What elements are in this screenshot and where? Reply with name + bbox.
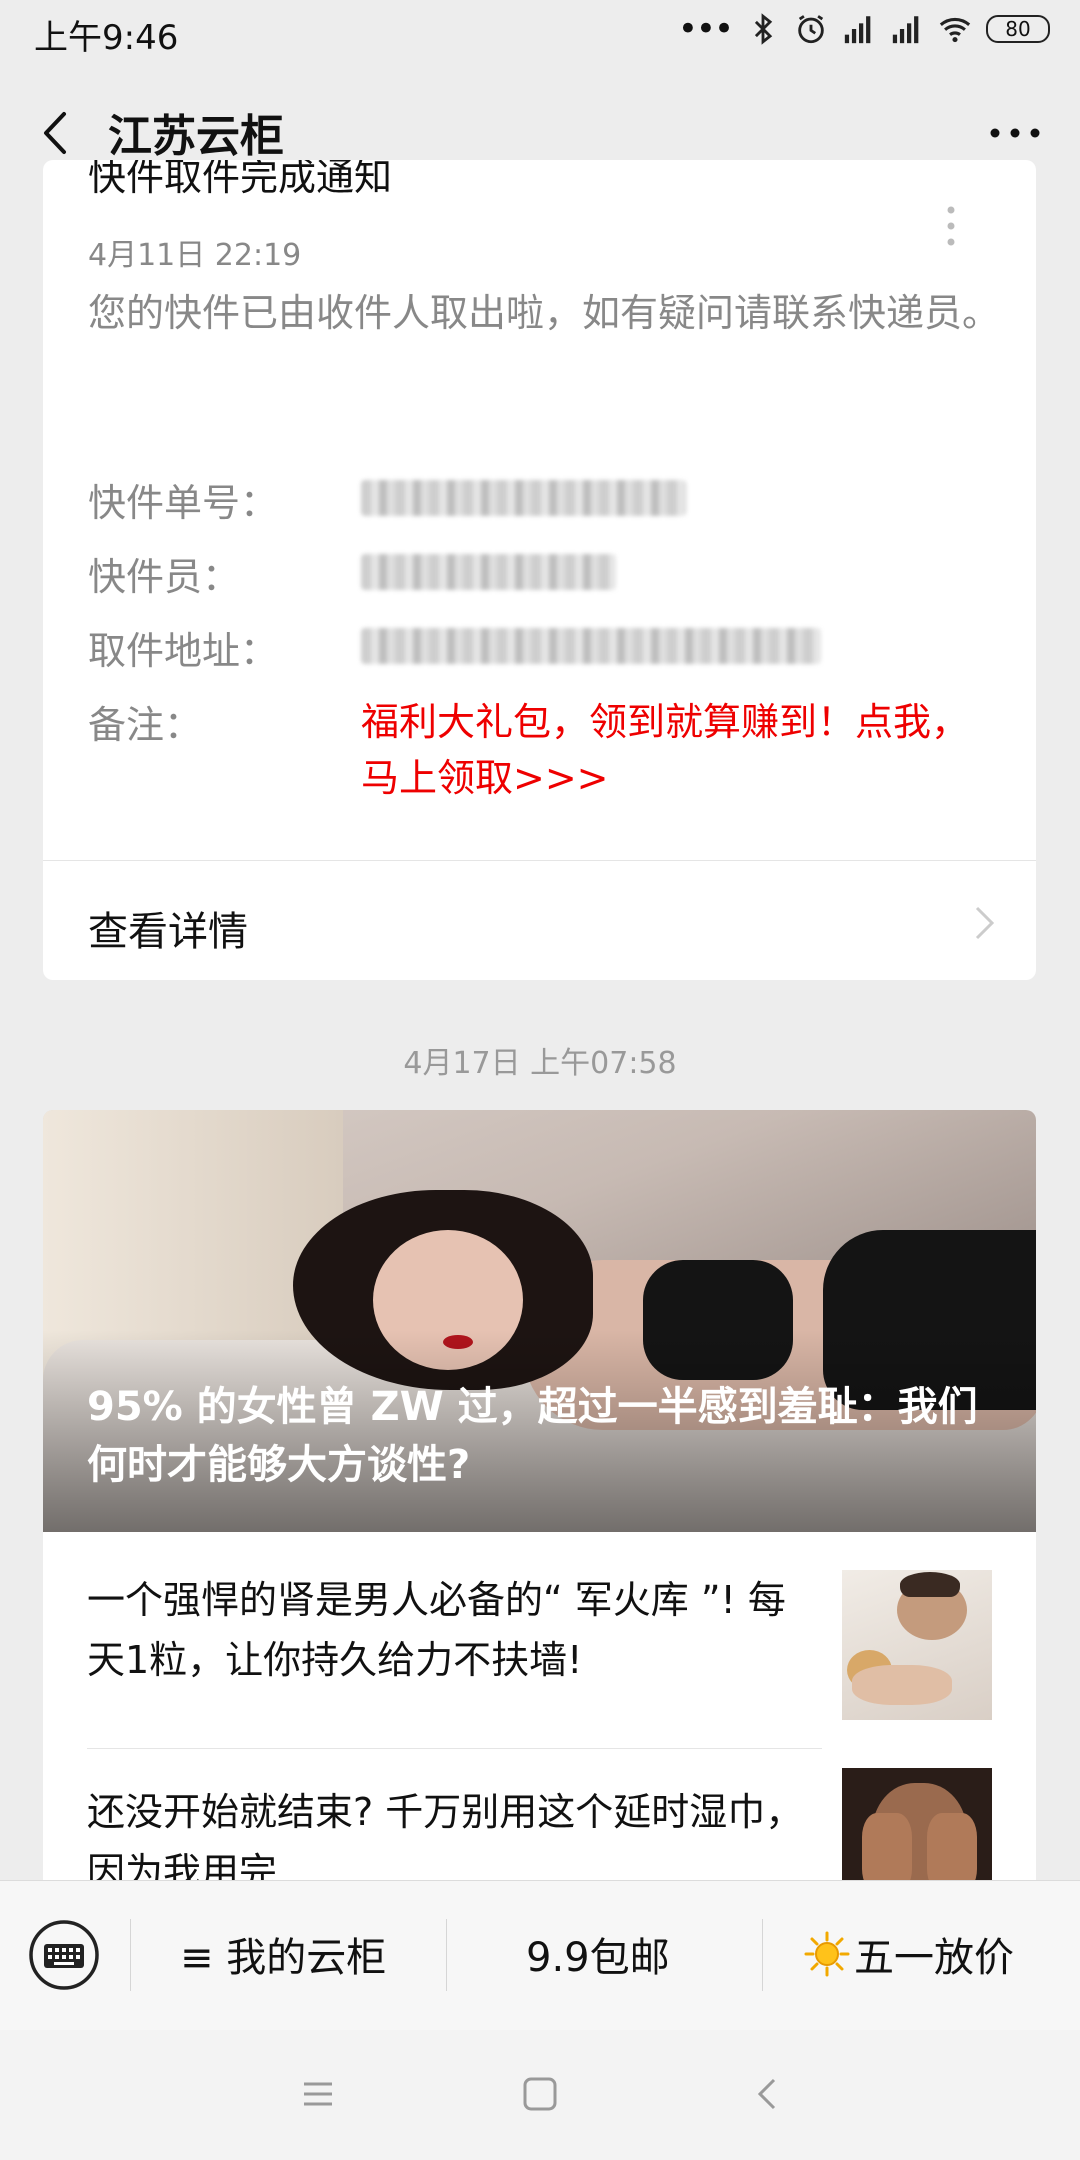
notification-date: 4月11日 22:19 <box>88 238 302 273</box>
list-divider <box>87 1748 822 1749</box>
notification-body: 您的快件已由收件人取出啦，如有疑问请联系快递员。 <box>88 291 1001 335</box>
notification-card[interactable]: 快件取件完成通知 4月11日 22:19 您的快件已由收件人取出啦，如有疑问请联… <box>43 160 1036 980</box>
card-menu-icon[interactable] <box>946 206 956 246</box>
system-nav-bar <box>0 2030 1080 2160</box>
thumb-man-hair <box>900 1572 960 1597</box>
thumb-woman-body <box>852 1665 952 1705</box>
bluetooth-icon <box>754 13 773 45</box>
sun-icon <box>804 1931 850 1977</box>
thumb-hand-left <box>862 1813 912 1888</box>
article-list-item[interactable]: 一个强悍的肾是男人必备的“ 军火库 ”! 每天1粒，让你持久给力不扶墙! <box>87 1570 992 1770</box>
more-options-icon[interactable] <box>988 126 1042 140</box>
pickup-address-label: 取件地址： <box>88 629 279 673</box>
menu-my-locker[interactable]: ≡ 我的云柜 <box>180 1925 386 1983</box>
status-icons: ••• 80 <box>678 12 1050 46</box>
article-thumbnail <box>842 1768 992 1888</box>
remark-label: 备注： <box>88 703 203 747</box>
hero-caption: 95% 的女性曾 ZW 过，超过一半感到羞耻：我们何时才能够大方谈性? <box>87 1384 978 1488</box>
article-thumbnail <box>842 1570 992 1720</box>
more-notifications-icon: ••• <box>677 9 734 49</box>
status-bar: 上午9:46 ••• 80 <box>0 0 1080 66</box>
page-title: 江苏云柜 <box>108 111 284 162</box>
courier-label: 快件员： <box>88 555 241 599</box>
signal-icon <box>844 16 871 44</box>
menu-free-shipping[interactable]: 9.9包邮 <box>526 1925 670 1983</box>
view-details-label: 查看详情 <box>88 909 248 955</box>
bottom-menu-bar: ≡ 我的云柜 9.9包邮 五一放价 <box>0 1880 1080 2031</box>
keyboard-icon[interactable] <box>28 1919 100 1991</box>
remark-promo-link[interactable]: 福利大礼包，领到就算赚到！点我，马上领取>>> <box>361 694 1001 806</box>
article-card: 95% 的女性曾 ZW 过，超过一半感到羞耻：我们何时才能够大方谈性? 一个强悍… <box>43 1110 1036 2010</box>
view-details-row[interactable]: 查看详情 <box>43 861 1036 980</box>
article-item-title: 一个强悍的肾是男人必备的“ 军火库 ”! 每天1粒，让你持久给力不扶墙! <box>87 1578 786 1682</box>
recent-apps-icon[interactable] <box>296 2072 340 2116</box>
notification-title: 快件取件完成通知 <box>88 160 393 199</box>
nav-back-icon[interactable] <box>746 2072 790 2116</box>
menu-separator <box>762 1919 763 1991</box>
tracking-number-blurred <box>361 480 686 516</box>
wifi-icon <box>939 17 971 43</box>
courier-phone-blurred <box>361 554 616 590</box>
menu-separator <box>130 1919 131 1991</box>
menu-separator <box>446 1919 447 1991</box>
hero-article[interactable]: 95% 的女性曾 ZW 过，超过一半感到羞耻：我们何时才能够大方谈性? <box>43 1110 1036 1532</box>
back-arrow-icon[interactable] <box>36 108 76 158</box>
message-timestamp: 4月17日 上午07:58 <box>403 1046 677 1081</box>
thumb-hand-right <box>927 1813 977 1888</box>
home-icon[interactable] <box>518 2072 562 2116</box>
signal-hd-icon <box>892 16 919 44</box>
chevron-right-icon <box>975 906 995 940</box>
tracking-number-label: 快件单号： <box>88 481 279 525</box>
menu-may-day-sale[interactable]: 五一放价 <box>804 1925 1014 1983</box>
battery-icon: 80 <box>986 15 1050 43</box>
status-time: 上午9:46 <box>34 18 179 58</box>
alarm-icon <box>798 15 824 44</box>
menu-may-day-sale-label: 五一放价 <box>854 1935 1014 1981</box>
pickup-address-blurred <box>361 628 821 664</box>
